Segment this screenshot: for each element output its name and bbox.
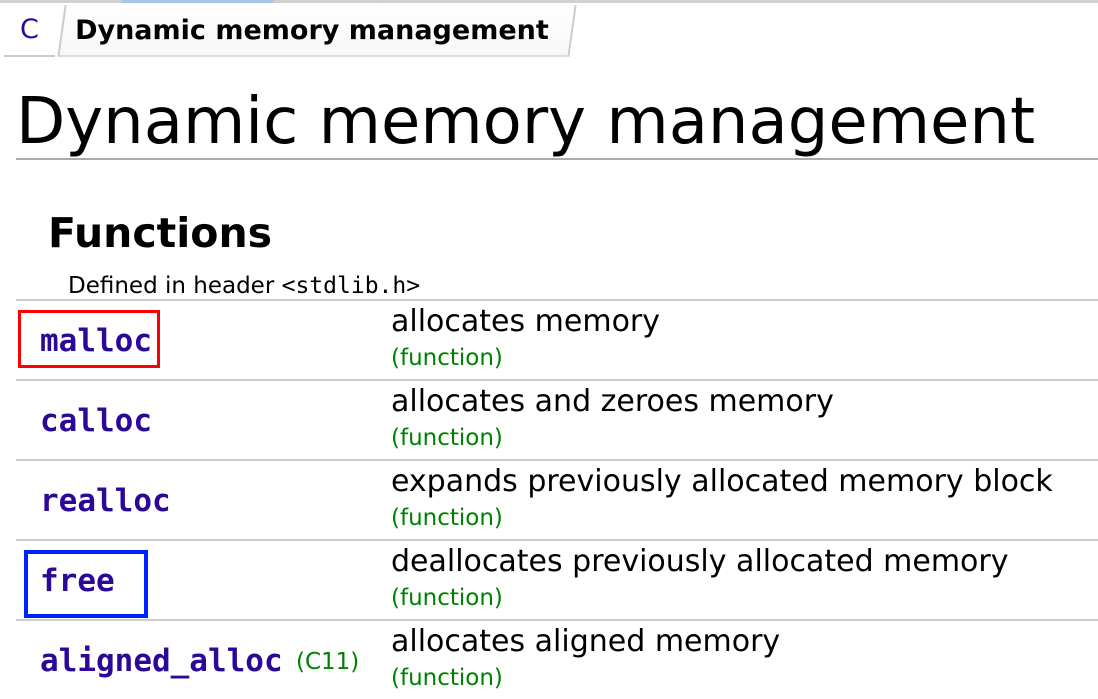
table-row: free deallocates previously allocated me… xyxy=(16,539,1098,619)
header-note-text: Defined in header xyxy=(68,273,282,299)
function-kind-label: (function) xyxy=(391,425,503,451)
header-note: Defined in header <stdlib.h> xyxy=(68,271,420,301)
table-row: malloc allocates memory (function) xyxy=(16,299,1098,379)
breadcrumb-current-label: Dynamic memory management xyxy=(74,14,549,45)
section-heading-functions: Functions xyxy=(48,209,273,257)
table-row: calloc allocates and zeroes memory (func… xyxy=(16,379,1098,459)
function-description: allocates memory xyxy=(391,304,661,339)
title-divider xyxy=(16,158,1098,160)
breadcrumb-item-c[interactable]: C xyxy=(4,5,55,57)
breadcrumb-item-current[interactable]: Dynamic memory management xyxy=(57,4,577,57)
function-link-aligned-alloc[interactable]: aligned_alloc xyxy=(40,641,283,681)
standard-tag-c11[interactable]: (C11) xyxy=(296,647,359,677)
highlight-box-red xyxy=(18,310,160,368)
function-description: expands previously allocated memory bloc… xyxy=(391,464,1053,499)
page-title: Dynamic memory management xyxy=(16,85,1036,159)
header-file-name[interactable]: <stdlib.h> xyxy=(282,273,420,299)
functions-table: malloc allocates memory (function) callo… xyxy=(16,299,1098,699)
function-description: allocates aligned memory xyxy=(391,624,781,659)
function-kind-label: (function) xyxy=(391,345,503,371)
function-link-calloc[interactable]: calloc xyxy=(40,401,152,441)
function-link-realloc[interactable]: realloc xyxy=(40,481,171,521)
function-description: deallocates previously allocated memory xyxy=(391,544,1009,579)
highlight-box-blue xyxy=(24,550,148,618)
table-row: aligned_alloc (C11) allocates aligned me… xyxy=(16,619,1098,699)
function-kind-label: (function) xyxy=(391,585,503,611)
breadcrumb: C Dynamic memory management xyxy=(4,4,577,57)
top-border-accent xyxy=(122,0,274,3)
function-kind-label: (function) xyxy=(391,505,503,531)
table-row: realloc expands previously allocated mem… xyxy=(16,459,1098,539)
function-description: allocates and zeroes memory xyxy=(391,384,834,419)
